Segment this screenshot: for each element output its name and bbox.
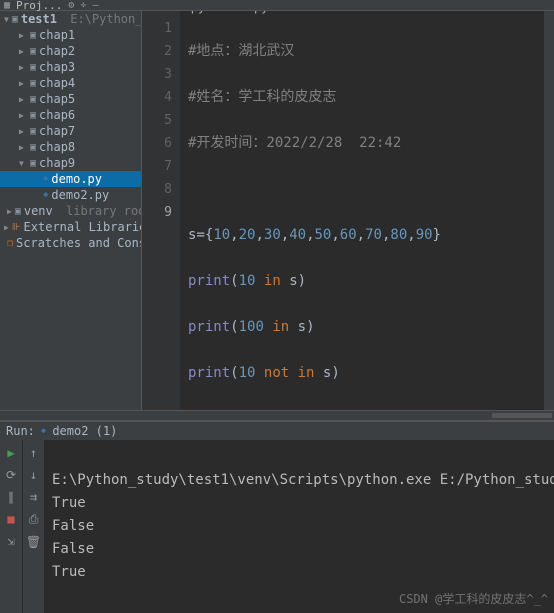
up-icon[interactable]: ↑ — [30, 446, 37, 460]
external-libraries[interactable]: ▶ ⊪ External Libraries — [0, 219, 141, 235]
project-root[interactable]: ▼ ▣ test1 E:\Python_study\te — [0, 11, 141, 27]
chevron-right-icon[interactable]: ▶ — [4, 223, 9, 232]
chevron-right-icon[interactable]: ▶ — [19, 95, 27, 104]
project-sidebar: ▼ ▣ test1 E:\Python_study\te ▶▣chap1▶▣ch… — [0, 11, 142, 410]
gear-icon[interactable]: ⚙ — [68, 0, 74, 11]
scratches-icon: ❐ — [7, 238, 13, 249]
run-panel: Run: ◆ demo2 (1) ▶ ⟳ ∥ ■ ⇲ ↑ ↓ ⇉ ⎙ 🗑 E:\… — [0, 420, 554, 613]
close-icon[interactable]: × — [268, 11, 275, 14]
code-area[interactable]: ⊟#地点：湖北武汉 #姓名：学工科的皮皮志 ⌞#开发时间：2022/2/28 2… — [180, 11, 554, 410]
folder-icon: ▣ — [30, 110, 36, 121]
chevron-right-icon[interactable]: ▶ — [19, 127, 27, 136]
trash-icon[interactable]: 🗑 — [26, 535, 41, 549]
folder-icon: ▣ — [30, 94, 36, 105]
run-label: Run: — [6, 424, 35, 438]
chevron-right-icon[interactable]: ▶ — [19, 31, 27, 40]
minimize-icon[interactable]: — — [92, 0, 98, 11]
project-label[interactable]: Proj... — [16, 0, 62, 12]
chevron-right-icon[interactable]: ▶ — [19, 79, 27, 88]
chevron-right-icon[interactable]: ▶ — [19, 63, 27, 72]
editor[interactable]: ◆demo2.py×◆demo.py× 123456789 ⊟#地点：湖北武汉 … — [142, 11, 554, 410]
down-icon[interactable]: ↓ — [30, 468, 37, 482]
python-icon: ◆ — [41, 426, 46, 436]
folder-icon: ▣ — [15, 206, 21, 217]
editor-scrollbar-horizontal[interactable] — [0, 410, 554, 420]
run-header: Run: ◆ demo2 (1) — [0, 422, 554, 440]
print-icon[interactable]: ⎙ — [29, 512, 39, 527]
chevron-down-icon[interactable]: ▼ — [19, 159, 27, 168]
line-gutter: 123456789 — [142, 11, 180, 410]
top-toolbar: ▦ Proj... ⚙ ÷ — — [0, 0, 554, 11]
folder-node[interactable]: ▶▣chap1 — [0, 27, 141, 43]
folder-icon: ▣ — [30, 126, 36, 137]
folder-node[interactable]: ▶▣chap8 — [0, 139, 141, 155]
folder-node[interactable]: ▼▣chap9 — [0, 155, 141, 171]
folder-node[interactable]: ▶▣chap7 — [0, 123, 141, 139]
chevron-right-icon[interactable]: ▶ — [19, 47, 27, 56]
folder-node[interactable]: ▶▣chap3 — [0, 59, 141, 75]
wrap-icon[interactable]: ⇉ — [30, 490, 37, 504]
folder-node[interactable]: ▶▣chap4 — [0, 75, 141, 91]
folder-icon: ▣ — [30, 46, 36, 57]
folder-icon: ▣ — [30, 142, 36, 153]
folder-icon: ▣ — [12, 14, 18, 25]
project-icon: ▦ — [4, 0, 10, 11]
file-node[interactable]: ◆demo2.py — [0, 187, 141, 203]
pause-icon[interactable]: ∥ — [8, 490, 14, 504]
run-toolbar-left: ▶ ⟳ ∥ ■ ⇲ — [0, 440, 22, 613]
divider-icon: ÷ — [80, 0, 86, 11]
chevron-right-icon[interactable]: ▶ — [7, 207, 12, 216]
rerun-icon[interactable]: ⟳ — [6, 468, 16, 482]
scratches-node[interactable]: ❐ Scratches and Consoles — [0, 235, 141, 251]
folder-icon: ▣ — [30, 62, 36, 73]
library-icon: ⊪ — [12, 222, 21, 233]
venv-node[interactable]: ▶ ▣ venv library root — [0, 203, 141, 219]
folder-node[interactable]: ▶▣chap5 — [0, 91, 141, 107]
play-icon[interactable]: ▶ — [7, 446, 14, 460]
run-config-name[interactable]: demo2 (1) — [52, 424, 117, 438]
python-icon: ◆ — [43, 190, 48, 200]
chevron-down-icon[interactable]: ▼ — [4, 15, 9, 24]
folder-node[interactable]: ▶▣chap6 — [0, 107, 141, 123]
file-node[interactable]: ◆demo.py — [0, 171, 141, 187]
run-toolbar-right: ↑ ↓ ⇉ ⎙ 🗑 — [22, 440, 44, 613]
editor-scrollbar-vertical[interactable] — [544, 11, 554, 410]
close-icon[interactable]: × — [205, 11, 212, 14]
folder-icon: ▣ — [30, 30, 36, 41]
console-output[interactable]: E:\Python_study\test1\venv\Scripts\pytho… — [44, 440, 554, 613]
python-icon: ◆ — [43, 174, 48, 184]
stop-icon[interactable]: ■ — [7, 512, 14, 526]
chevron-right-icon[interactable]: ▶ — [19, 143, 27, 152]
folder-icon: ▣ — [30, 78, 36, 89]
folder-node[interactable]: ▶▣chap2 — [0, 43, 141, 59]
exit-icon[interactable]: ⇲ — [7, 534, 14, 548]
chevron-right-icon[interactable]: ▶ — [19, 111, 27, 120]
folder-icon: ▣ — [30, 158, 36, 169]
